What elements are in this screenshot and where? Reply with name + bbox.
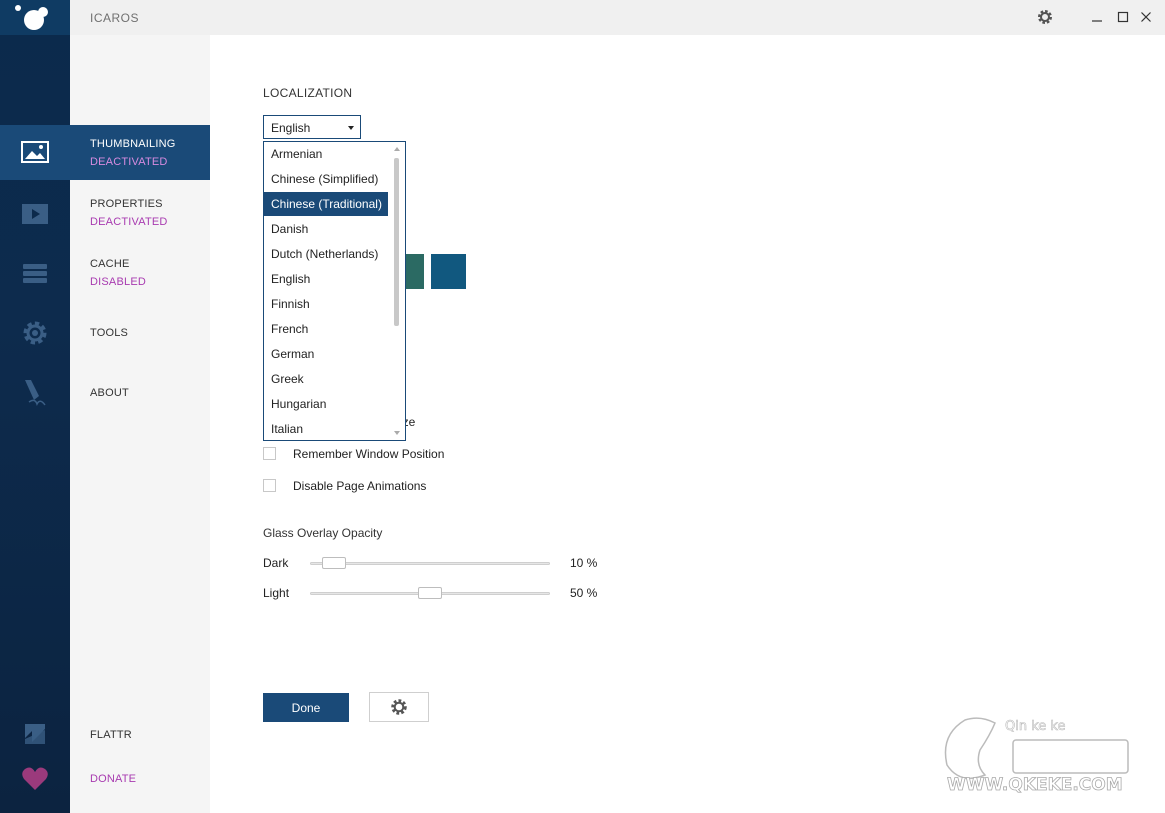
dropdown-option[interactable]: German xyxy=(264,342,388,366)
cache-stack-icon[interactable] xyxy=(20,259,50,289)
dropdown-option[interactable]: English xyxy=(264,267,388,291)
image-icon[interactable] xyxy=(20,137,50,167)
nav-column: THUMBNAILING DEACTIVATED PROPERTIES DEAC… xyxy=(70,35,210,813)
dropdown-option[interactable]: Hungarian xyxy=(264,392,388,416)
language-dropdown-list[interactable]: Armenian Chinese (Simplified) Chinese (T… xyxy=(263,141,406,441)
nav-status: DEACTIVATED xyxy=(90,156,168,168)
disable-page-animations-row[interactable]: Disable Page Animations xyxy=(263,479,563,495)
dropdown-option[interactable]: Armenian xyxy=(264,142,388,166)
maximize-icon[interactable] xyxy=(1115,9,1131,25)
color-swatch-blue[interactable] xyxy=(431,254,466,289)
disable-page-animations-checkbox[interactable] xyxy=(263,479,276,492)
heart-icon[interactable] xyxy=(20,764,50,794)
glass-opacity-title: Glass Overlay Opacity xyxy=(263,526,383,540)
nav-item-properties[interactable]: PROPERTIES DEACTIVATED xyxy=(70,185,210,240)
slider-value: 50 % xyxy=(570,586,598,600)
nav-item-thumbnailing[interactable]: THUMBNAILING DEACTIVATED xyxy=(70,125,210,180)
app-logo xyxy=(0,0,70,35)
dark-opacity-row: Dark 10 % xyxy=(263,553,603,573)
dark-opacity-track[interactable] xyxy=(310,562,550,565)
dropdown-option-highlighted[interactable]: Chinese (Traditional) xyxy=(264,192,388,216)
remember-window-position-row[interactable]: Remember Window Position xyxy=(263,447,563,463)
settings-gear-icon[interactable] xyxy=(1037,9,1053,25)
app-title: ICAROS xyxy=(90,11,140,25)
logo-icon xyxy=(15,5,48,30)
checkbox-label: Disable Page Animations xyxy=(293,479,427,493)
slider-label: Light xyxy=(263,586,290,600)
dark-opacity-slider-thumb[interactable] xyxy=(322,557,346,569)
light-opacity-row: Light 50 % xyxy=(263,583,603,603)
slider-value: 10 % xyxy=(570,556,598,570)
dropdown-option[interactable]: Greek xyxy=(264,367,388,391)
dropdown-arrow-icon xyxy=(348,126,354,130)
svg-text:WWW.QKEKE.COM: WWW.QKEKE.COM xyxy=(947,775,1123,795)
light-opacity-slider-thumb[interactable] xyxy=(418,587,442,599)
dropdown-option[interactable]: French xyxy=(264,317,388,341)
dropdown-option[interactable]: Dutch (Netherlands) xyxy=(264,242,388,266)
scroll-down-icon[interactable] xyxy=(394,431,400,435)
minimize-icon[interactable] xyxy=(1089,9,1105,25)
dropdown-scrollbar[interactable] xyxy=(394,158,399,326)
settings-panel: LOCALIZATION English ize Armenian Chines… xyxy=(210,35,1165,813)
dropdown-option[interactable]: Finnish xyxy=(264,292,388,316)
nav-item-cache[interactable]: CACHE DISABLED xyxy=(70,245,210,300)
gear-icon xyxy=(391,699,407,715)
nav-item-flattr[interactable]: FLATTR xyxy=(90,729,132,741)
slider-label: Dark xyxy=(263,556,289,570)
pen-signature-icon[interactable] xyxy=(20,378,50,408)
remember-window-position-checkbox[interactable] xyxy=(263,447,276,460)
tools-gear-icon[interactable] xyxy=(20,318,50,348)
nav-label: PROPERTIES xyxy=(90,198,163,210)
nav-item-about[interactable]: ABOUT xyxy=(90,387,129,399)
scroll-up-icon[interactable] xyxy=(394,147,400,151)
done-button[interactable]: Done xyxy=(263,693,349,722)
dropdown-option[interactable]: Danish xyxy=(264,217,388,241)
options-gear-button[interactable] xyxy=(369,692,429,722)
flattr-icon[interactable] xyxy=(20,719,50,749)
dropdown-option[interactable]: Chinese (Simplified) xyxy=(264,167,388,191)
site-watermark: Qin ke ke WWW.QKEKE.COM xyxy=(935,705,1145,800)
close-icon[interactable] xyxy=(1138,9,1154,25)
title-bar: ICAROS xyxy=(70,0,1165,35)
nav-label: CACHE xyxy=(90,258,130,270)
nav-label: THUMBNAILING xyxy=(90,138,176,150)
play-icon[interactable] xyxy=(20,199,50,229)
svg-text:Qin ke ke: Qin ke ke xyxy=(1005,719,1065,734)
icon-rail xyxy=(0,0,70,813)
nav-status: DISABLED xyxy=(90,276,147,288)
language-select[interactable]: English xyxy=(263,115,361,139)
nav-item-tools[interactable]: TOOLS xyxy=(90,327,128,339)
nav-status: DEACTIVATED xyxy=(90,216,168,228)
dropdown-option[interactable]: Italian xyxy=(264,417,388,440)
language-select-value: English xyxy=(271,121,311,135)
checkbox-label: Remember Window Position xyxy=(293,447,445,461)
nav-item-donate[interactable]: DONATE xyxy=(90,773,136,785)
localization-title: LOCALIZATION xyxy=(263,86,353,100)
